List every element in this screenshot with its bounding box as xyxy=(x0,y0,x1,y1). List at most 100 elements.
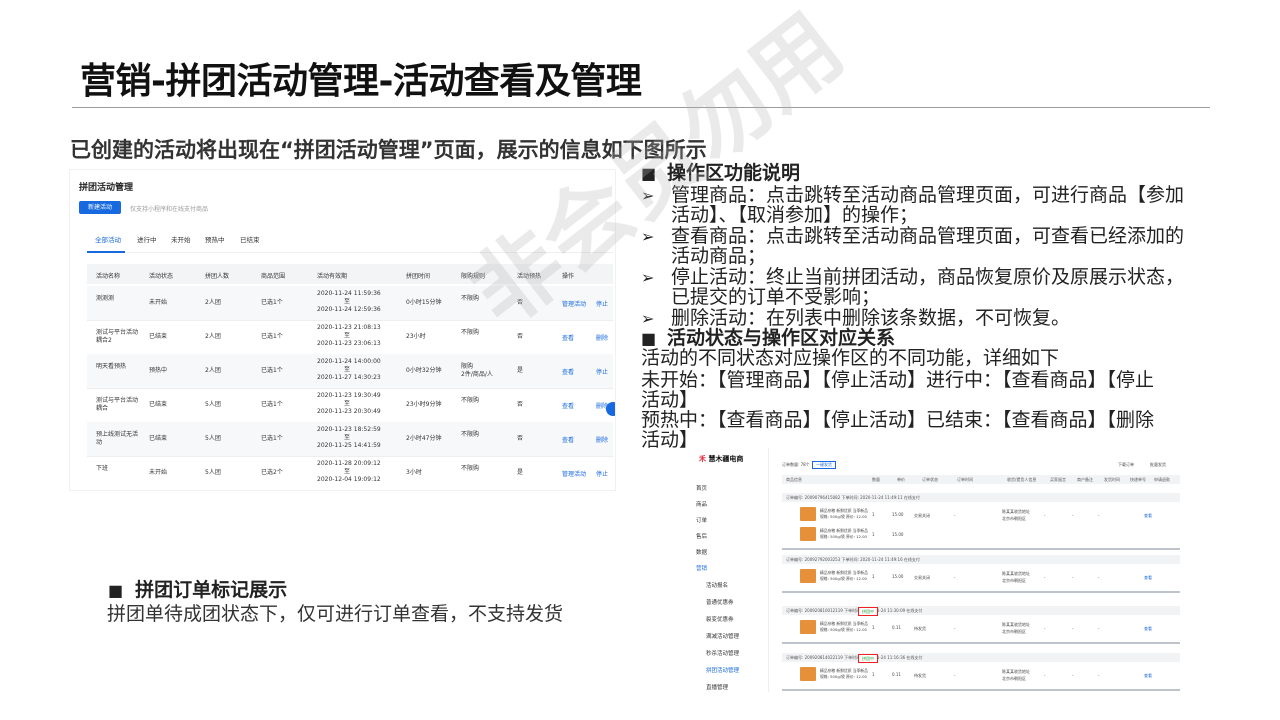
table-row: 测试与平台活动耦合 已结束 5人团 已选1个 2020-11-23 19:30:49 至 2… xyxy=(87,388,613,423)
batch-ship-link[interactable]: 批量发货 xyxy=(1150,462,1166,468)
product-range: 已选1个 xyxy=(261,299,283,306)
sidebar-item-orders[interactable]: 订单 xyxy=(696,516,707,524)
product-thumbnail xyxy=(800,667,816,681)
buyer-note: - xyxy=(1044,513,1046,518)
buyer-address: 北京市朝阳区 xyxy=(1002,676,1026,681)
valid-start: 2020-11-24 14:00:00 xyxy=(317,358,381,365)
group-size: 5人团 xyxy=(205,435,221,442)
col-header: 发货时间 xyxy=(1104,477,1120,482)
sidebar-subitem[interactable]: 直播管理 xyxy=(706,683,728,691)
valid-end: 2020-12-04 19:09:12 xyxy=(317,476,381,483)
group-size: 2人团 xyxy=(205,367,221,374)
sidebar-item-goods[interactable]: 商品 xyxy=(696,500,707,508)
square-bullet-icon: ■ xyxy=(641,329,657,348)
valid-end: 2020-11-24 12:59:36 xyxy=(317,306,381,313)
status-line-cont: 活动】 xyxy=(641,389,699,411)
group-size: 2人团 xyxy=(205,333,221,340)
ops-item-text: 删除活动：在列表中删除该条数据，不可恢复。 xyxy=(671,307,1071,329)
limit-rule: 不限购 xyxy=(461,397,480,404)
buyer-info: 陈某某收货地址 xyxy=(1002,622,1030,627)
order-list-screenshot: 禾 慧木疆电商 首页 商品 订单 售后 数据 营销 活动报名 普通优惠券 裂变优… xyxy=(692,448,1192,692)
row-action-secondary[interactable]: 删除 xyxy=(596,333,608,342)
row-action-primary[interactable]: 查看 xyxy=(562,435,574,444)
new-activity-button[interactable]: 新建活动 xyxy=(79,201,121,214)
tab-ended[interactable]: 已结束 xyxy=(240,234,260,244)
download-orders-link[interactable]: 下载订单 xyxy=(1118,462,1134,468)
group-buy-tag: 拼团中 xyxy=(858,607,878,616)
page-title: 营销-拼团活动管理-活动查看及管理 xyxy=(80,61,642,102)
tab-not-started[interactable]: 未开始 xyxy=(171,234,191,244)
view-order-link[interactable]: 查看 xyxy=(1144,673,1152,679)
col-header: 拼团时间 xyxy=(406,273,431,280)
row-action-primary[interactable]: 管理活动 xyxy=(562,469,586,478)
sidebar-subitem[interactable]: 裂变优惠券 xyxy=(706,615,734,623)
sidebar-item-aftersale[interactable]: 售后 xyxy=(696,532,707,540)
col-header: 商品范围 xyxy=(261,273,286,280)
merchant-note: - xyxy=(1072,673,1074,678)
sidebar-item-home[interactable]: 首页 xyxy=(696,484,707,492)
view-order-link[interactable]: 查看 xyxy=(1144,513,1152,519)
row-action-secondary[interactable]: 停止 xyxy=(596,367,608,376)
sidebar-subitem[interactable]: 满减活动管理 xyxy=(706,632,739,640)
table-row: 预上线测试无活动 已结束 5人团 已选1个 2020-11-23 18:52:59 至 20… xyxy=(87,422,613,457)
row-action-primary[interactable]: 查看 xyxy=(562,333,574,342)
row-action-primary[interactable]: 查看 xyxy=(562,367,574,376)
order-mark-desc: 拼团单待成团状态下，仅可进行订单查看，不支持发货 xyxy=(107,603,564,625)
row-action-primary[interactable]: 查看 xyxy=(562,401,574,410)
activity-status: 未开始 xyxy=(149,469,168,476)
ship-time: - xyxy=(1098,673,1100,678)
valid-start: 2020-11-24 11:59:36 xyxy=(317,290,381,297)
buyer-address: 北京市朝阳区 xyxy=(1002,578,1026,583)
valid-end: 2020-11-23 23:06:13 xyxy=(317,340,381,347)
buyer-note: - xyxy=(1044,673,1046,678)
valid-to: 至 xyxy=(344,434,351,441)
brand-name: 慧木疆电商 xyxy=(708,455,744,463)
activity-status: 已结束 xyxy=(149,435,168,442)
order-time: - xyxy=(954,626,956,631)
row-action-secondary[interactable]: 停止 xyxy=(596,299,608,308)
activity-name: 下班 xyxy=(96,465,109,472)
col-header: 买家留言 xyxy=(1050,477,1066,482)
sidebar-subitem[interactable]: 秒杀活动管理 xyxy=(706,649,739,657)
view-order-link[interactable]: 查看 xyxy=(1144,626,1152,632)
tab-all[interactable]: 全部活动 xyxy=(95,234,121,244)
order-number-row: 订单编号: 20090796415082 下单时间: 2020-11-24 11… xyxy=(782,493,1180,502)
product-name: 精品杂粮 新鲜优质 当季新品 xyxy=(820,508,868,513)
qty: 1 xyxy=(872,574,875,579)
product-name: 精品杂粮 新鲜优质 当季新品 xyxy=(820,621,868,626)
order-count: 订单数量: 78个 xyxy=(782,462,810,467)
tab-preheat[interactable]: 预热中 xyxy=(205,234,225,244)
valid-to: 至 xyxy=(344,400,351,407)
product-thumbnail xyxy=(800,620,816,634)
sidebar-item-marketing[interactable]: 营销 xyxy=(696,564,707,572)
eye-icon[interactable] xyxy=(606,402,615,416)
valid-to: 至 xyxy=(344,332,351,339)
group-time: 23小时 xyxy=(406,333,426,340)
tab-ongoing[interactable]: 进行中 xyxy=(137,234,157,244)
product-name: 精品杂粮 新鲜优质 当季新品 xyxy=(820,668,868,673)
merchant-note: - xyxy=(1072,513,1074,518)
buyer-info: 陈某某收货地址 xyxy=(1002,669,1030,674)
col-header: 订单状态 xyxy=(922,477,938,482)
preheat-flag: 是 xyxy=(517,469,524,476)
order-mark-heading: ■ 拼团订单标记展示 xyxy=(108,575,287,602)
product-range: 已选1个 xyxy=(261,367,283,374)
col-header: 单价 xyxy=(897,477,905,482)
valid-end: 2020-11-25 14:41:59 xyxy=(317,442,381,449)
sidebar-subitem[interactable]: 普通优惠券 xyxy=(706,598,734,606)
order-mark-heading-text: 拼团订单标记展示 xyxy=(135,579,288,601)
buyer-address: 北京市朝阳区 xyxy=(1002,516,1026,521)
sidebar-item-data[interactable]: 数据 xyxy=(696,548,707,556)
order-number-row: 订单编号: 200920810012119 下单时间: 2020-11-24 1… xyxy=(782,606,1180,615)
logo-mark-icon: 禾 xyxy=(699,455,706,463)
col-header: 活动有效期 xyxy=(317,273,348,280)
sidebar-subitem-group-buy[interactable]: 拼团活动管理 xyxy=(706,666,739,674)
sidebar-subitem[interactable]: 活动报名 xyxy=(706,581,728,589)
row-action-secondary[interactable]: 删除 xyxy=(596,435,608,444)
product-range: 已选1个 xyxy=(261,333,283,340)
product-spec: 规格: 500g/袋 原价: 12.00 xyxy=(820,627,867,632)
tab-active-indicator xyxy=(87,251,125,253)
view-order-link[interactable]: 查看 xyxy=(1144,575,1152,581)
row-action-secondary[interactable]: 停止 xyxy=(596,469,608,478)
bulk-ship-button[interactable]: 一键发货 xyxy=(812,461,836,469)
